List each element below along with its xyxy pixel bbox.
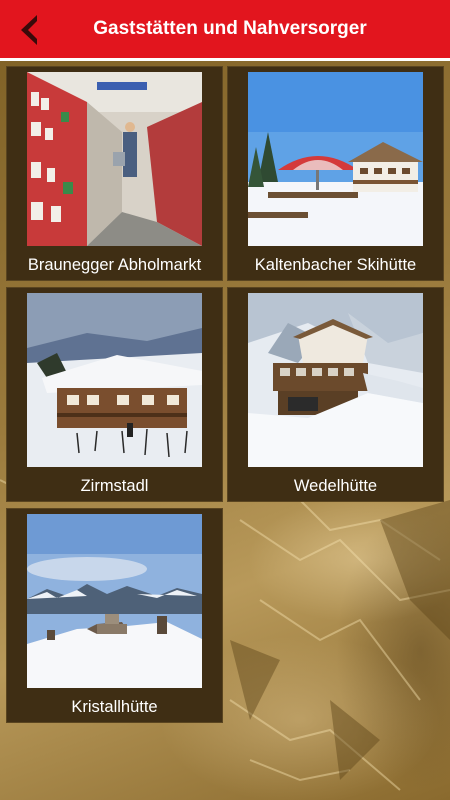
tile-label: Braunegger Abholmarkt: [27, 256, 202, 274]
tile-label: Kristallhütte: [71, 698, 158, 716]
tile-braunegger-abholmarkt[interactable]: Braunegger Abholmarkt: [6, 66, 223, 281]
tile-label: Wedelhütte: [293, 477, 378, 495]
tile-label: Kaltenbacher Skihütte: [254, 256, 417, 274]
tile-zirmstadl[interactable]: Zirmstadl: [6, 287, 223, 502]
mountain-lodge-photo: [248, 293, 423, 467]
chalet-in-snow-photo: [27, 293, 202, 467]
summit-hut-panorama-photo: [27, 514, 202, 688]
tile-label: Zirmstadl: [80, 477, 149, 495]
back-arrow-icon[interactable]: [14, 12, 44, 48]
page-title: Gaststätten und Nahversorger: [93, 18, 367, 39]
tile-kristallhuette[interactable]: Kristallhütte: [6, 508, 223, 723]
supermarket-aisle-photo: [27, 72, 202, 246]
ski-hut-terrace-photo: [248, 72, 423, 246]
tile-wedelhuette[interactable]: Wedelhütte: [227, 287, 444, 502]
tile-kaltenbacher-skihuette[interactable]: Kaltenbacher Skihütte: [227, 66, 444, 281]
app-header: Gaststätten und Nahversorger: [0, 0, 450, 61]
